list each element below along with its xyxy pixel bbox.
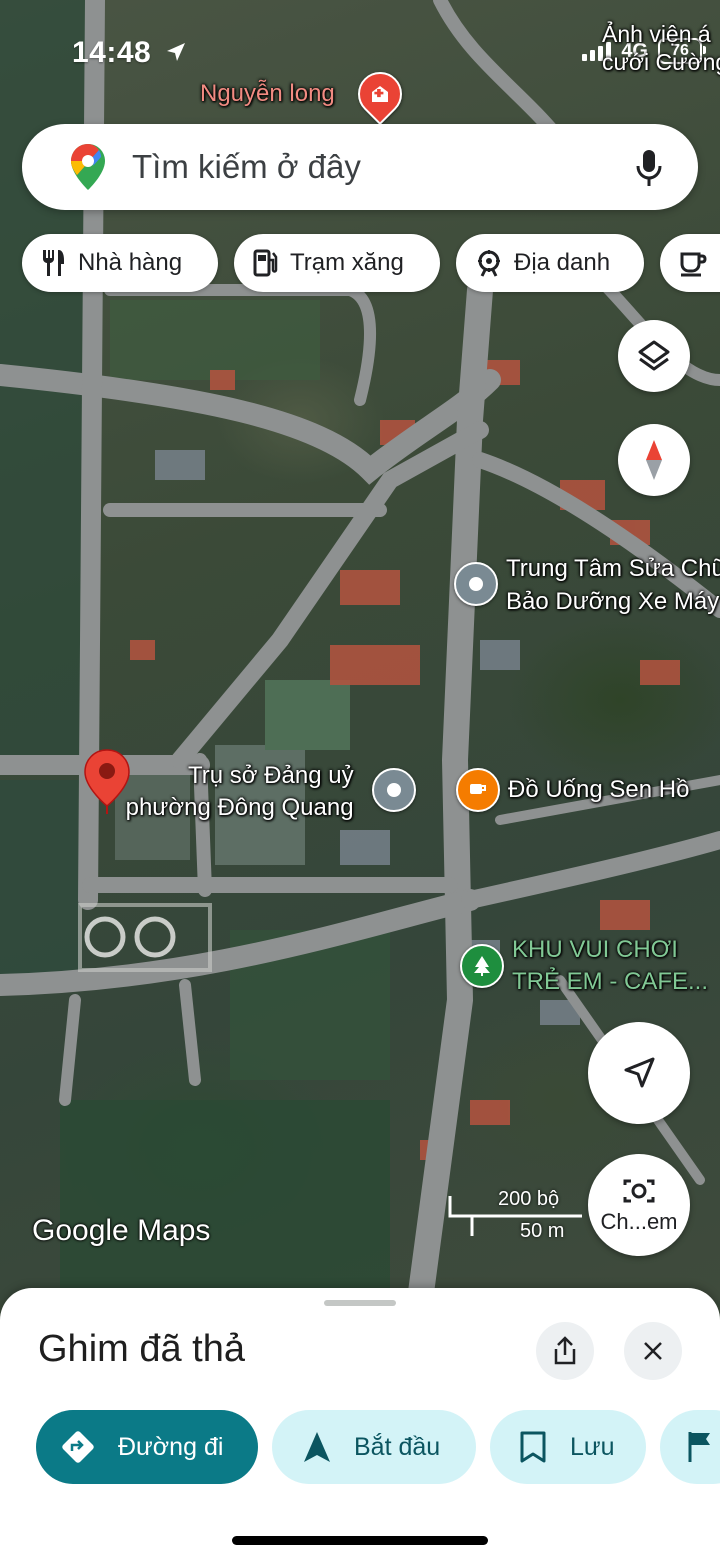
camera-label: Ch...em: [600, 1209, 678, 1234]
share-button[interactable]: [536, 1322, 594, 1380]
navigation-arrow-icon: [624, 1057, 655, 1088]
navigation-arrow-icon: [304, 1432, 330, 1462]
photo-studio-line2: cưới Cường: [602, 49, 720, 75]
close-button[interactable]: [624, 1322, 682, 1380]
playground-line2: TRẺ EM - CAFE...: [512, 968, 709, 995]
google-maps-watermark: Google Maps: [32, 1214, 211, 1247]
landmark-icon: [478, 250, 500, 277]
chip-coffee[interactable]: [660, 234, 720, 292]
start-label: Bắt đầu: [354, 1432, 441, 1461]
directions-button[interactable]: Đường đi: [36, 1410, 258, 1484]
sheet-drag-handle[interactable]: [324, 1300, 396, 1306]
compass-button[interactable]: [618, 424, 690, 496]
photo-studio-line1: Ảnh viện á: [602, 21, 711, 47]
directions-label: Đường đi: [118, 1432, 224, 1461]
compass-icon: [646, 440, 662, 480]
layers-button[interactable]: [618, 320, 690, 392]
chip-restaurants[interactable]: Nhà hàng: [22, 234, 218, 292]
search-bar[interactable]: Tìm kiếm ở đây: [22, 124, 698, 210]
gas-station-icon: [253, 249, 278, 277]
layers-icon: [638, 340, 670, 371]
close-icon: [644, 1342, 662, 1360]
save-button[interactable]: Lưu: [490, 1410, 646, 1484]
map-label-party-hq[interactable]: Trụ sở Đảng uỷ phường Đông Quang: [118, 760, 354, 824]
sheet-title: Ghim đã thả: [38, 1328, 245, 1370]
scale-bar: [448, 1196, 582, 1236]
map-label-drinks[interactable]: Đồ Uống Sen Hồ: [508, 774, 689, 806]
search-input[interactable]: Tìm kiếm ở đây: [132, 148, 361, 186]
repair-line1: Trung Tâm Sửa Chữ: [506, 555, 720, 582]
more-action-button[interactable]: [660, 1410, 720, 1484]
chip-landmarks-label: Địa danh: [514, 249, 611, 276]
flag-icon: [688, 1432, 710, 1462]
playground-line1: KHU VUI CHƠI: [512, 936, 678, 963]
start-button[interactable]: Bắt đầu: [272, 1410, 476, 1484]
save-label: Lưu: [570, 1432, 615, 1461]
location-arrow-icon: [167, 43, 185, 61]
map-label-playground[interactable]: KHU VUI CHƠI TRẺ EM - CAFE...: [512, 934, 708, 998]
camera-icon: [623, 1179, 655, 1203]
repair-line2: Bảo Dưỡng Xe Máy: [506, 588, 720, 615]
party-hq-line2: phường Đông Quang: [125, 794, 354, 821]
my-location-button[interactable]: [588, 1022, 690, 1124]
chip-gas-stations-label: Trạm xăng: [290, 249, 404, 276]
party-hq-poi-icon[interactable]: [372, 768, 416, 812]
microphone-icon[interactable]: [634, 148, 664, 188]
party-hq-line1: Trụ sở Đảng uỷ: [188, 762, 354, 789]
coffee-icon: [680, 252, 707, 277]
directions-icon: [62, 1431, 94, 1463]
park-poi-icon[interactable]: [460, 944, 504, 988]
home-indicator: [232, 1536, 488, 1545]
camera-lens-button[interactable]: Ch...em: [588, 1154, 690, 1256]
status-time: 14:48: [72, 36, 152, 69]
chip-gas-stations[interactable]: Trạm xăng: [234, 234, 440, 292]
map-label-photo-studio[interactable]: Ảnh viện á cưới Cường: [602, 20, 720, 76]
dropped-pin-icon[interactable]: [82, 748, 132, 818]
chip-landmarks[interactable]: Địa danh: [456, 234, 644, 292]
place-bottom-sheet[interactable]: Ghim đã thả Đường đi Bắt đầu Lưu: [0, 1288, 720, 1560]
google-maps-logo-icon: [71, 144, 105, 190]
map-label-hospital[interactable]: Nguyễn long: [200, 78, 335, 110]
chip-restaurants-label: Nhà hàng: [78, 249, 183, 276]
cafe-poi-icon[interactable]: [456, 768, 500, 812]
share-icon: [554, 1336, 576, 1365]
repair-poi-icon[interactable]: [454, 562, 498, 606]
bookmark-icon: [520, 1431, 546, 1463]
restaurant-icon: [43, 250, 64, 276]
map-label-repair[interactable]: Trung Tâm Sửa Chữ Bảo Dưỡng Xe Máy: [506, 552, 720, 618]
